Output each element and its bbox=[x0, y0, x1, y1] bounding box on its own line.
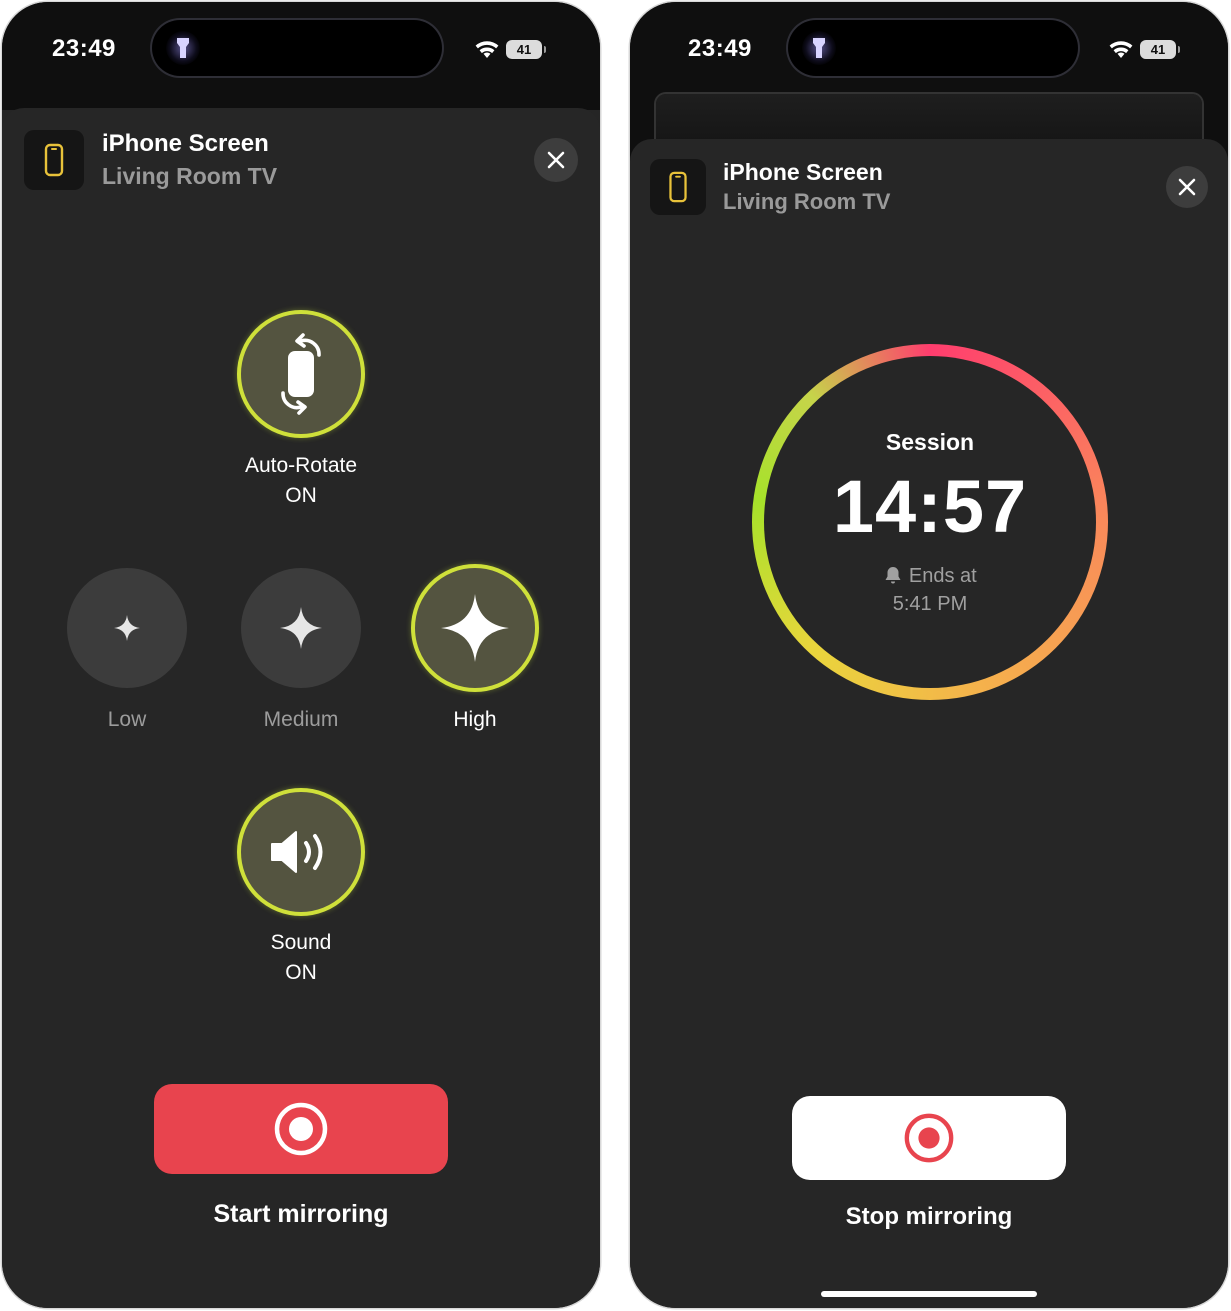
dynamic-island bbox=[152, 20, 442, 76]
session-timer: 14:57 bbox=[832, 465, 1028, 548]
sound-toggle[interactable] bbox=[237, 788, 365, 916]
quality-low-label: Low bbox=[107, 708, 147, 731]
sound-label: Sound bbox=[270, 931, 332, 954]
wifi-icon bbox=[1109, 41, 1133, 58]
flashlight-icon bbox=[166, 31, 200, 65]
battery-icon: 41 bbox=[506, 40, 546, 59]
mirroring-sheet: iPhone Screen Living Room TV Session 14:… bbox=[630, 139, 1228, 1308]
battery-icon: 41 bbox=[1140, 40, 1180, 59]
phone-icon bbox=[669, 171, 687, 203]
battery-nub bbox=[544, 46, 546, 53]
quality-high-button[interactable] bbox=[411, 564, 539, 692]
bell-icon bbox=[885, 567, 901, 584]
sheet-subtitle: Living Room TV bbox=[723, 189, 891, 214]
start-mirroring-label: Start mirroring bbox=[213, 1200, 389, 1228]
stop-mirroring-label: Stop mirroring bbox=[845, 1203, 1013, 1230]
start-mirroring-button[interactable] bbox=[154, 1084, 448, 1174]
status-bar: 23:49 41 bbox=[630, 2, 1228, 162]
sparkle-icon bbox=[280, 607, 322, 649]
phone-icon bbox=[44, 143, 64, 177]
quality-medium-label: Medium bbox=[263, 708, 339, 731]
sound-state: ON bbox=[285, 961, 317, 984]
sparkle-icon bbox=[114, 615, 140, 641]
sheet-title: iPhone Screen bbox=[102, 130, 269, 157]
record-icon bbox=[274, 1102, 328, 1156]
wifi-icon bbox=[475, 41, 499, 58]
mirroring-sheet: iPhone Screen Living Room TV Auto-Rotate… bbox=[2, 108, 600, 1308]
session-label: Session bbox=[885, 429, 975, 455]
battery-level: 41 bbox=[516, 42, 532, 57]
phone-app-icon bbox=[650, 159, 706, 215]
sparkle-icon bbox=[441, 594, 509, 662]
close-icon bbox=[547, 151, 565, 169]
auto-rotate-label: Auto-Rotate bbox=[244, 454, 358, 477]
ends-at-line: Ends at bbox=[780, 565, 1080, 588]
battery-nub bbox=[1178, 46, 1180, 53]
stop-mirroring-button[interactable] bbox=[792, 1096, 1066, 1180]
close-icon bbox=[1178, 178, 1196, 196]
battery-level: 41 bbox=[1150, 42, 1166, 57]
flashlight-icon bbox=[802, 31, 836, 65]
dynamic-island bbox=[788, 20, 1078, 76]
rotate-icon bbox=[281, 333, 321, 415]
phone-left-screen: 23:49 41 iPhone Screen Living Room TV Au… bbox=[2, 2, 600, 1308]
sheet-title: iPhone Screen bbox=[723, 159, 883, 185]
close-button[interactable] bbox=[1166, 166, 1208, 208]
auto-rotate-state: ON bbox=[285, 484, 317, 507]
quality-medium-button[interactable] bbox=[241, 568, 361, 688]
quality-low-button[interactable] bbox=[67, 568, 187, 688]
phone-app-icon bbox=[24, 130, 84, 190]
speaker-icon bbox=[271, 831, 323, 873]
ends-at-label: Ends at bbox=[908, 565, 977, 587]
status-time: 23:49 bbox=[688, 35, 752, 62]
status-time: 23:49 bbox=[52, 35, 116, 62]
status-bar: 23:49 41 bbox=[2, 2, 600, 110]
close-button[interactable] bbox=[534, 138, 578, 182]
ends-at-time: 5:41 PM bbox=[892, 593, 968, 615]
home-indicator[interactable] bbox=[821, 1291, 1037, 1297]
sheet-subtitle: Living Room TV bbox=[102, 163, 278, 189]
phone-right-screen: 23:49 41 iPhone Screen Living Room TV Se… bbox=[630, 2, 1228, 1308]
record-icon bbox=[904, 1113, 954, 1163]
quality-high-label: High bbox=[453, 708, 497, 731]
auto-rotate-toggle[interactable] bbox=[237, 310, 365, 438]
